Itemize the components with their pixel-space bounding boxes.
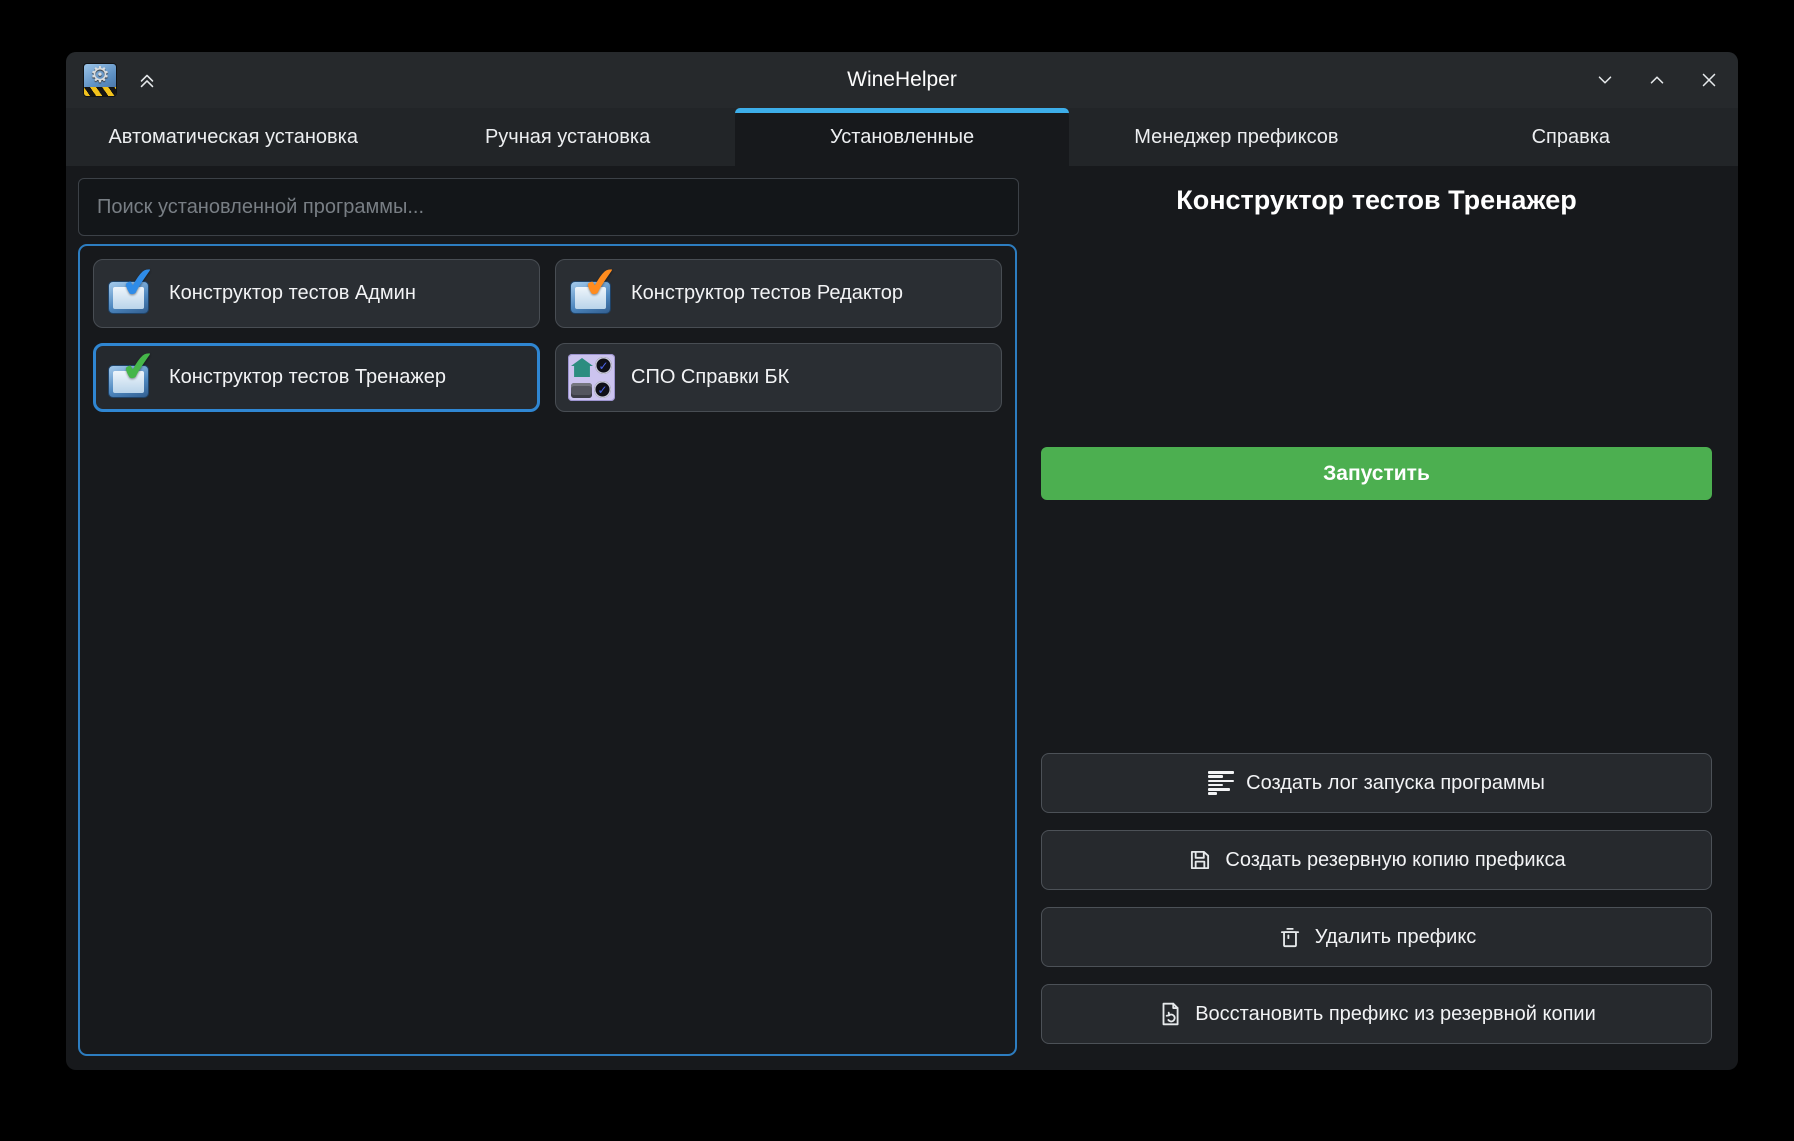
tab-label: Автоматическая установка (108, 126, 358, 149)
program-label: Конструктор тестов Редактор (631, 282, 903, 305)
prefix-actions: Создать лог запуска программы Создать ре… (1041, 753, 1712, 1044)
minimize-chevron-down-icon[interactable] (1594, 69, 1616, 91)
badge-check-bottom: ✓ (594, 381, 611, 398)
program-label: Конструктор тестов Админ (169, 282, 416, 305)
tab-help[interactable]: Справка (1404, 108, 1738, 166)
titlebar-left: ⚙ (84, 64, 158, 96)
backup-prefix-button[interactable]: Создать резервную копию префикса (1041, 830, 1712, 890)
checkmark: ✔ (119, 260, 158, 305)
window-title: WineHelper (66, 68, 1738, 92)
program-item-spo-spravki[interactable]: ✓ ✓ СПО Справки БК (555, 343, 1002, 412)
maximize-chevron-up-icon[interactable] (1646, 69, 1668, 91)
window-controls (1594, 69, 1720, 91)
action-label: Создать резервную копию префикса (1225, 849, 1565, 872)
program-label: СПО Справки БК (631, 366, 789, 389)
program-item-editor[interactable]: ✔ Конструктор тестов Редактор (555, 259, 1002, 328)
tab-label: Менеджер префиксов (1134, 126, 1338, 149)
tab-auto-install[interactable]: Автоматическая установка (66, 108, 400, 166)
program-label: Конструктор тестов Тренажер (169, 366, 446, 389)
program-item-trainer[interactable]: ✔ Конструктор тестов Тренажер (93, 343, 540, 412)
action-label: Восстановить префикс из резервной копии (1195, 1003, 1596, 1026)
create-log-button[interactable]: Создать лог запуска программы (1041, 753, 1712, 813)
search-input[interactable] (78, 178, 1019, 236)
tab-installed[interactable]: Установленные (735, 108, 1069, 166)
house-shape (571, 358, 593, 377)
checkbox-blue-icon: ✔ (106, 270, 153, 317)
badge-check-top: ✓ (595, 357, 612, 374)
tab-label: Справка (1532, 126, 1610, 149)
tabbar: Автоматическая установка Ручная установк… (66, 108, 1738, 166)
program-list: ✔ Конструктор тестов Админ ✔ Конструктор… (78, 244, 1017, 1056)
trash-icon (1277, 924, 1303, 950)
log-lines-icon (1208, 771, 1234, 795)
dark-blob (571, 383, 592, 398)
tab-manual-install[interactable]: Ручная установка (400, 108, 734, 166)
save-floppy-icon (1187, 847, 1213, 873)
checkmark: ✔ (581, 260, 620, 305)
active-tab-accent (735, 108, 1069, 113)
gear-icon: ⚙ (84, 64, 116, 88)
tab-prefix-manager[interactable]: Менеджер префиксов (1069, 108, 1403, 166)
app-icon: ⚙ (84, 64, 116, 96)
double-chevron-up-icon[interactable] (136, 69, 158, 91)
app-window: ⚙ WineHelper Автоматическая установка (66, 52, 1738, 1070)
program-item-admin[interactable]: ✔ Конструктор тестов Админ (93, 259, 540, 328)
close-icon[interactable] (1698, 69, 1720, 91)
tab-label: Ручная установка (485, 126, 650, 149)
house-badges-icon: ✓ ✓ (568, 354, 615, 401)
run-button[interactable]: Запустить (1041, 447, 1712, 500)
restore-prefix-button[interactable]: Восстановить префикс из резервной копии (1041, 984, 1712, 1044)
checkbox-green-icon: ✔ (106, 354, 153, 401)
restore-document-icon (1157, 1001, 1183, 1027)
action-label: Удалить префикс (1315, 926, 1477, 949)
tab-label: Установленные (830, 126, 974, 149)
titlebar[interactable]: ⚙ WineHelper (66, 52, 1738, 108)
checkbox-orange-icon: ✔ (568, 270, 615, 317)
action-label: Создать лог запуска программы (1246, 772, 1545, 795)
selected-program-title: Конструктор тестов Тренажер (1041, 185, 1712, 216)
checkmark: ✔ (119, 344, 158, 389)
delete-prefix-button[interactable]: Удалить префикс (1041, 907, 1712, 967)
hazard-stripes (84, 87, 116, 96)
